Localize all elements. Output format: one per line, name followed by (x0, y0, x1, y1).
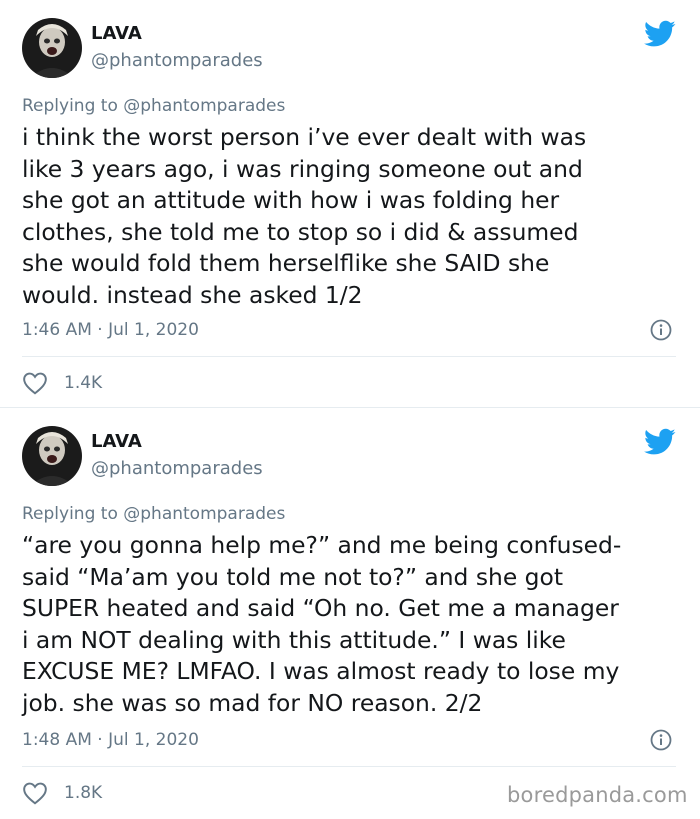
twitter-bird-icon[interactable] (644, 20, 676, 48)
like-count: 1.8K (64, 783, 103, 803)
replying-label: Replying to (22, 96, 118, 116)
avatar[interactable] (22, 426, 82, 486)
timestamp[interactable]: 1:46 AM · Jul 1, 2020 (22, 318, 199, 342)
like-action[interactable]: 1.4K (22, 371, 102, 395)
display-name[interactable]: LAVA (91, 430, 142, 454)
replying-to: Replying to @phantomparades (22, 502, 285, 526)
divider (22, 356, 676, 357)
reply-mention-link[interactable]: @phantomparades (123, 504, 285, 524)
info-icon[interactable] (650, 319, 672, 341)
user-handle[interactable]: @phantomparades (91, 457, 263, 481)
avatar[interactable] (22, 18, 82, 78)
replying-to: Replying to @phantomparades (22, 94, 285, 118)
like-count: 1.4K (64, 373, 103, 393)
tweet-1: LAVA @phantomparades Replying to @phanto… (0, 0, 700, 408)
like-action[interactable]: 1.8K (22, 781, 102, 805)
heart-icon[interactable] (22, 371, 48, 395)
tweet-text: i think the worst person i’ve ever dealt… (22, 123, 587, 309)
tweet-2: LAVA @phantomparades Replying to @phanto… (0, 408, 700, 819)
tweet-text: “are you gonna help me?” and me being co… (22, 531, 622, 717)
timestamp[interactable]: 1:48 AM · Jul 1, 2020 (22, 728, 199, 752)
divider (22, 766, 676, 767)
watermark: boredpanda.com (507, 783, 688, 807)
heart-icon[interactable] (22, 781, 48, 805)
user-handle[interactable]: @phantomparades (91, 49, 263, 73)
info-icon[interactable] (650, 729, 672, 751)
display-name[interactable]: LAVA (91, 22, 142, 46)
reply-mention-link[interactable]: @phantomparades (123, 96, 285, 116)
replying-label: Replying to (22, 504, 118, 524)
twitter-bird-icon[interactable] (644, 428, 676, 456)
